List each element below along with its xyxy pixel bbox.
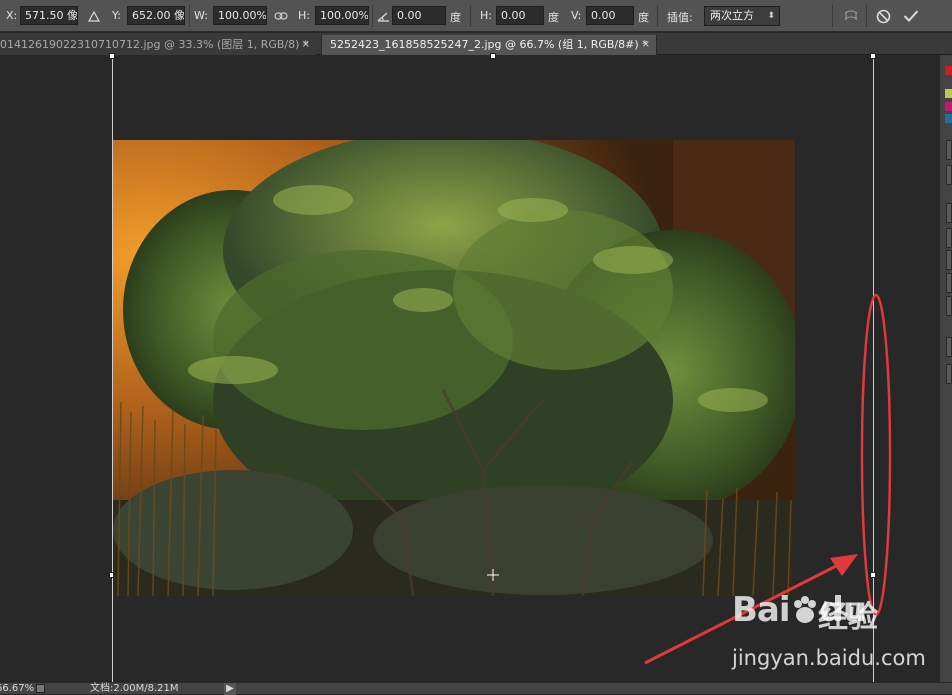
panel-button[interactable] bbox=[946, 228, 952, 248]
separator bbox=[470, 5, 471, 27]
separator bbox=[189, 5, 190, 27]
baidu-jingyan-watermark: Bai du 经验 jingyan.baidu.com bbox=[732, 590, 932, 670]
transform-handle[interactable] bbox=[109, 53, 115, 59]
transform-options-bar: X: 571.50 像素 Y: 652.00 像素 W: 100.00% H: … bbox=[0, 0, 952, 32]
interpolation-label: 插值: bbox=[667, 11, 693, 24]
panel-button[interactable] bbox=[946, 165, 952, 185]
color-swatch[interactable] bbox=[945, 66, 952, 75]
status-bar: 66.67% 文档:2.00M/8.21M ▶ bbox=[0, 682, 952, 695]
color-swatch[interactable] bbox=[945, 89, 952, 98]
transform-handle[interactable] bbox=[870, 572, 876, 578]
horizontal-skew-field[interactable]: 0.00 bbox=[496, 6, 544, 25]
y-position-field[interactable]: 652.00 像素 bbox=[127, 6, 185, 25]
status-info-icon[interactable] bbox=[36, 684, 45, 693]
panel-button[interactable] bbox=[946, 203, 952, 223]
transform-handle[interactable] bbox=[490, 53, 496, 59]
x-label: X: bbox=[6, 9, 18, 22]
separator bbox=[372, 5, 373, 27]
transform-bound-right[interactable] bbox=[873, 55, 874, 682]
paw-icon bbox=[793, 596, 816, 623]
tab-label: 5252423_161858525247_2.jpg @ 66.7% (组 1,… bbox=[330, 38, 648, 51]
interpolation-value: 两次立方 bbox=[710, 9, 754, 22]
document-tab-active[interactable]: 5252423_161858525247_2.jpg @ 66.7% (组 1,… bbox=[321, 35, 657, 55]
separator bbox=[866, 5, 867, 27]
delta-relative-icon[interactable] bbox=[85, 7, 103, 25]
color-swatch[interactable] bbox=[945, 114, 952, 123]
panel-button[interactable] bbox=[946, 337, 952, 357]
panel-button[interactable] bbox=[946, 273, 952, 293]
close-icon[interactable]: × bbox=[642, 35, 650, 54]
watermark-url: jingyan.baidu.com bbox=[732, 646, 926, 670]
panel-button[interactable] bbox=[946, 296, 952, 316]
close-icon[interactable]: × bbox=[302, 35, 310, 54]
width-percent-field[interactable]: 100.00% bbox=[213, 6, 267, 25]
commit-checkmark-icon[interactable] bbox=[902, 7, 920, 25]
rotate-angle-icon bbox=[374, 7, 392, 25]
watermark-brand-cn: 经验 bbox=[818, 600, 878, 635]
document-tab[interactable]: 01412619022310710712.jpg @ 33.3% (图层 1, … bbox=[0, 35, 316, 55]
link-chain-icon[interactable] bbox=[272, 7, 290, 25]
tree-photo-layer bbox=[113, 140, 795, 596]
h-label: H: bbox=[298, 9, 310, 22]
zoom-level[interactable]: 66.67% bbox=[0, 683, 34, 694]
y-label: Y: bbox=[112, 9, 121, 22]
height-percent-field[interactable]: 100.00% bbox=[315, 6, 369, 25]
angle-unit-label: 度 bbox=[450, 11, 461, 24]
tab-label: 01412619022310710712.jpg @ 33.3% (图层 1, … bbox=[0, 38, 309, 51]
document-size-info: 文档:2.00M/8.21M bbox=[90, 683, 179, 694]
status-menu-arrow-icon[interactable]: ▶ bbox=[224, 683, 236, 695]
color-swatch[interactable] bbox=[945, 102, 952, 111]
vertical-skew-field[interactable]: 0.00 bbox=[586, 6, 634, 25]
warp-mode-icon[interactable] bbox=[842, 7, 860, 25]
panel-button[interactable] bbox=[946, 140, 952, 160]
separator bbox=[832, 5, 833, 27]
v-skew-unit-label: 度 bbox=[638, 11, 649, 24]
h-skew-label: H: bbox=[480, 9, 492, 22]
separator bbox=[657, 5, 658, 27]
cancel-transform-icon[interactable] bbox=[874, 7, 892, 25]
chevron-updown-icon: ⬍ bbox=[767, 11, 775, 21]
document-tab-bar: 01412619022310710712.jpg @ 33.3% (图层 1, … bbox=[0, 33, 952, 55]
h-skew-unit-label: 度 bbox=[548, 11, 559, 24]
tree-photo bbox=[113, 140, 795, 596]
interpolation-select[interactable]: 两次立方 ⬍ bbox=[704, 6, 780, 26]
panel-button[interactable] bbox=[946, 364, 952, 384]
w-label: W: bbox=[194, 9, 208, 22]
v-skew-label: V: bbox=[571, 9, 582, 22]
rotation-angle-field[interactable]: 0.00 bbox=[392, 6, 446, 25]
x-position-field[interactable]: 571.50 像素 bbox=[20, 6, 78, 25]
panel-button[interactable] bbox=[946, 250, 952, 270]
transform-handle[interactable] bbox=[870, 53, 876, 59]
